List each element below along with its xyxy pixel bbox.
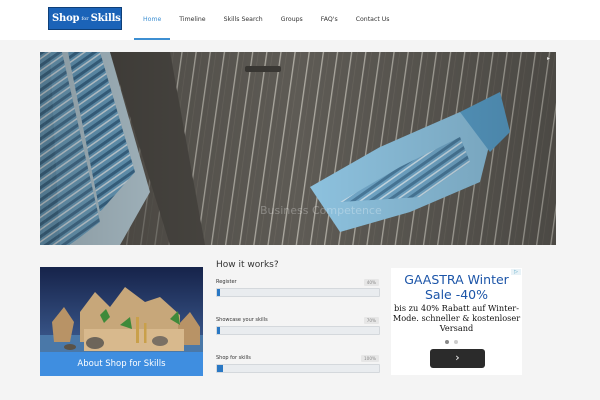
nav-item-home[interactable]: Home [134, 0, 171, 40]
step-percent-badge: 40% [363, 279, 379, 286]
step-percent-badge: 100% [361, 355, 379, 362]
nav-item-skills-search[interactable]: Skills Search [215, 0, 272, 40]
logo-text-skills: Skills [90, 13, 121, 24]
nav-item-contact-us[interactable]: Contact Us [347, 0, 399, 40]
top-navbar: Shop for Skills Home Timeline Skills Sea… [0, 0, 600, 40]
progress-fill [217, 365, 224, 372]
ad-next-button[interactable]: › [430, 349, 485, 368]
hero-banner[interactable]: Business Competence ▸ [40, 52, 556, 245]
ad-dot[interactable] [454, 340, 458, 344]
slider-next-icon[interactable]: ▸ [547, 55, 550, 62]
step-label: Register [216, 279, 237, 285]
ad-banner[interactable]: ▷ GAASTRA Winter Sale -40% bis zu 40% Ra… [391, 268, 522, 375]
main-nav: Home Timeline Skills Search Groups FAQ's… [134, 0, 399, 40]
nav-item-timeline[interactable]: Timeline [170, 0, 214, 40]
ad-title: GAASTRA Winter Sale -40% [404, 272, 509, 302]
progress-fill [217, 327, 221, 334]
how-title: How it works? [216, 260, 279, 270]
progress-fill [217, 289, 221, 296]
logo-text-shop: Shop [52, 13, 80, 24]
step-label: Showcase your skills [216, 317, 268, 323]
step-percent-badge: 70% [363, 317, 379, 324]
how-it-works: How it works? Register 40% Showcase your… [216, 260, 382, 373]
progress-bar [216, 288, 380, 297]
progress-bar [216, 364, 380, 373]
logo-text-for: for [81, 15, 89, 22]
ad-pagination [445, 340, 458, 344]
nav-item-groups[interactable]: Groups [272, 0, 312, 40]
hero-caption: Business Competence [260, 204, 382, 217]
progress-bar [216, 326, 380, 335]
chevron-right-icon: › [455, 351, 460, 364]
site-logo[interactable]: Shop for Skills [48, 7, 122, 30]
step-label: Shop for skills [216, 355, 251, 361]
about-label: About Shop for Skills [40, 352, 203, 376]
nav-item-faqs[interactable]: FAQ's [312, 0, 347, 40]
about-card[interactable]: About Shop for Skills [40, 267, 203, 376]
ad-body: bis zu 40% Rabatt auf Winter-Mode. schne… [392, 303, 521, 333]
ad-dot-active[interactable] [445, 340, 449, 344]
